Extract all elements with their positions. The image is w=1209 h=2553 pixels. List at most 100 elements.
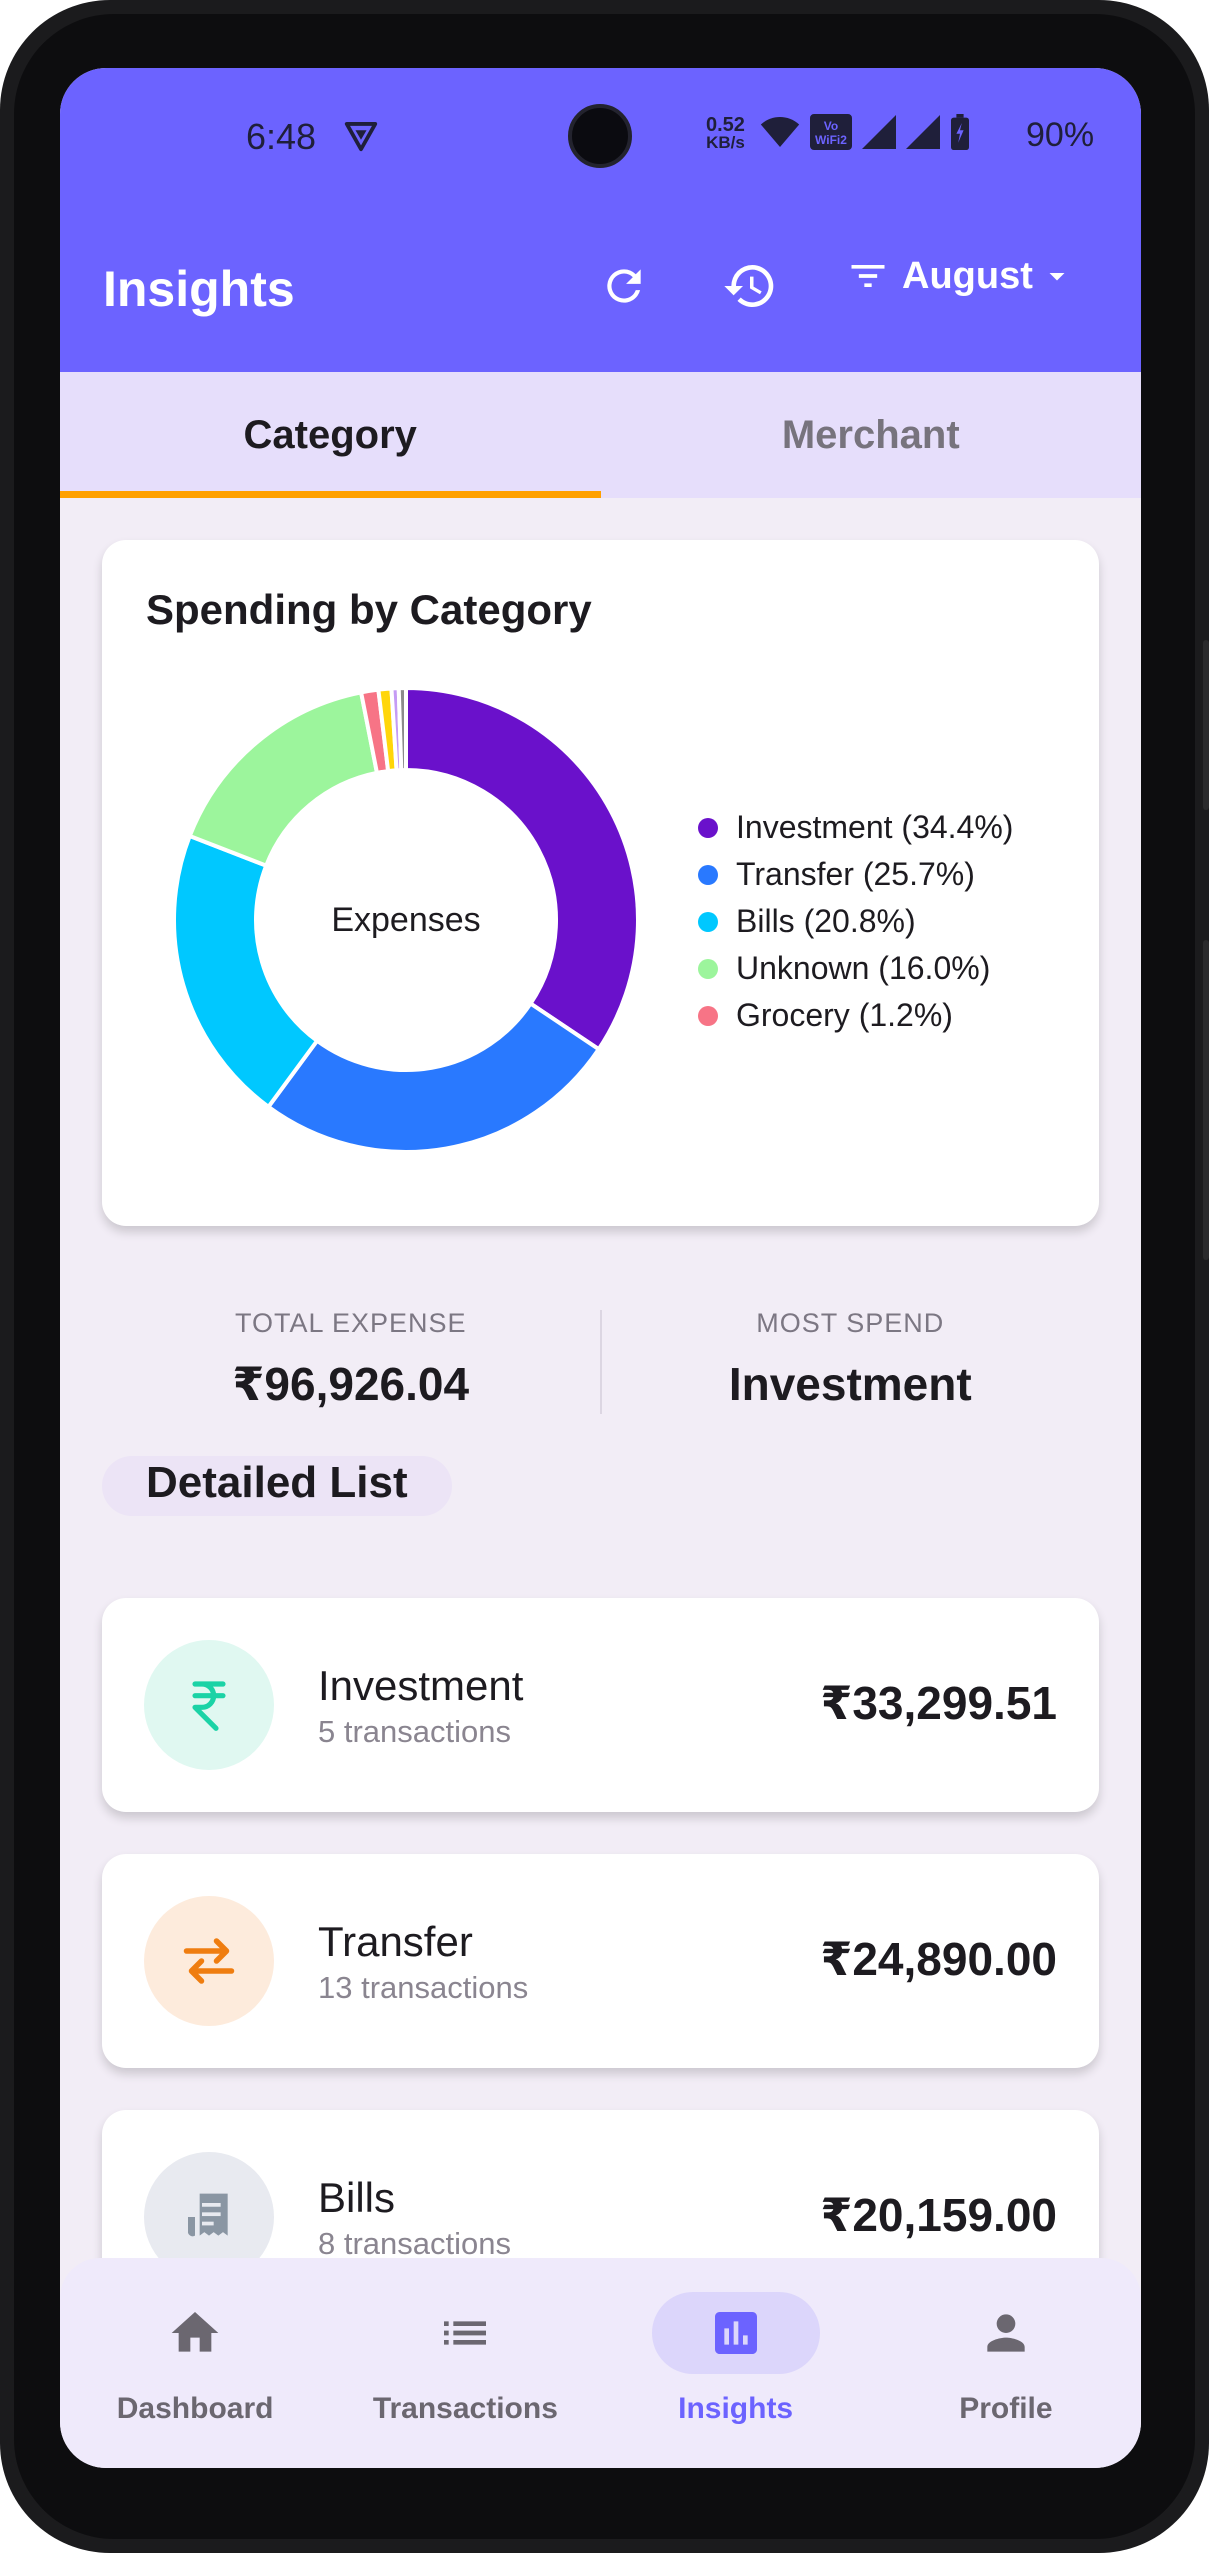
chart-legend: Investment (34.4%) Transfer (25.7%) Bills … [698, 804, 1013, 1039]
legend-label: Investment (34.4%) [736, 809, 1014, 845]
person-icon [987, 2314, 1025, 2352]
tab-category-label: Category [243, 412, 417, 457]
list-item-amount: ₹24,890.00 [820, 1933, 1057, 1985]
front-camera [568, 104, 632, 168]
app-bar: 6:48 0.52 KB/s Vo WiFi2 90% Insights Aug… [60, 68, 1141, 372]
nav-dashboard-label: Dashboard [116, 2392, 274, 2425]
most-spend-label: MOST SPEND [756, 1308, 945, 1338]
donut-slice-unknown [187, 690, 380, 869]
chart-title: Spending by Category [146, 586, 592, 633]
nav-profile[interactable]: Profile [871, 2258, 1141, 2468]
wifi-icon [760, 117, 800, 147]
signal-icon [862, 115, 896, 149]
network-speed: 0.52 KB/s [706, 114, 745, 152]
expense-summary: TOTAL EXPENSE ₹96,926.04 MOST SPEND Inve… [102, 1288, 1099, 1438]
most-spend-value: Investment [728, 1358, 972, 1410]
refresh-button[interactable] [586, 248, 662, 324]
legend-item-investment: Investment (34.4%) [698, 804, 1013, 851]
receipt-icon [187, 2193, 228, 2237]
bar-chart-icon [714, 2312, 757, 2354]
donut-slice-investment [404, 685, 640, 1052]
status-icons: Vo WiFi2 [760, 114, 970, 150]
wifi-calling-badge: Vo WiFi2 [810, 114, 852, 150]
legend-dot [698, 911, 718, 932]
volume-button [1203, 640, 1209, 810]
list-item-amount: ₹33,299.51 [820, 1677, 1057, 1729]
detailed-list-title: Detailed List [146, 1458, 408, 1507]
battery-icon [951, 114, 969, 150]
legend-dot [698, 958, 718, 979]
nav-transactions-pill [381, 2292, 549, 2374]
nav-profile-label: Profile [959, 2392, 1053, 2425]
list-item-count: 8 transactions [318, 2226, 511, 2261]
category-icon-wrap [144, 1896, 274, 2026]
nav-insights[interactable]: Insights [601, 2258, 871, 2468]
legend-item-grocery: Grocery (1.2%) [698, 992, 1013, 1039]
nav-profile-pill [922, 2292, 1090, 2374]
total-expense-label: TOTAL EXPENSE [234, 1308, 467, 1338]
donut-slice-other-7 [396, 685, 408, 773]
legend-item-unknown: Unknown (16.0%) [698, 945, 1013, 992]
battery-percent: 90% [1026, 116, 1095, 154]
legend-label: Grocery (1.2%) [736, 997, 953, 1033]
network-speed-value: 0.52 [706, 114, 745, 136]
legend-item-transfer: Transfer (25.7%) [698, 851, 1013, 898]
donut-chart: Expenses [172, 685, 640, 1154]
badge-top: Vo [823, 119, 839, 133]
bottom-navigation: Dashboard Transactions Insights Profile [60, 2258, 1141, 2468]
network-speed-unit: KB/s [706, 133, 745, 152]
tab-merchant-label: Merchant [781, 412, 960, 457]
legend-item-bills: Bills (20.8%) [698, 898, 1013, 945]
list-item-count: 5 transactions [318, 1714, 511, 1749]
legend-dot [698, 864, 718, 885]
legend-label: Transfer (25.7%) [736, 856, 975, 892]
history-icon [724, 265, 774, 307]
filter-icon [851, 265, 885, 287]
app-screen: 6:48 0.52 KB/s Vo WiFi2 90% Insights Aug… [60, 68, 1141, 2468]
signal-roaming-icon [906, 115, 940, 149]
donut-slice-transfer [265, 1000, 602, 1154]
legend-dot [698, 1005, 718, 1026]
total-expense-block: TOTAL EXPENSE ₹96,926.04 [102, 1288, 600, 1438]
nav-transactions[interactable]: Transactions [330, 2258, 600, 2468]
home-icon [171, 2312, 219, 2352]
power-button [1203, 940, 1209, 1260]
list-item-count: 13 transactions [318, 1970, 529, 2005]
badge-bottom: WiFi2 [815, 133, 847, 147]
donut-center-label: Expenses [331, 901, 480, 939]
donut-slice-bills [172, 833, 320, 1110]
page-title: Insights [103, 261, 295, 317]
insight-tabs: Category Merchant [60, 372, 1141, 498]
legend-label: Unknown (16.0%) [736, 950, 991, 986]
list-item-name: Investment [318, 1662, 524, 1709]
total-expense-value: ₹96,926.04 [232, 1358, 470, 1410]
nav-transactions-label: Transactions [372, 2392, 558, 2425]
list-icon [444, 2321, 487, 2345]
most-spend-block: MOST SPEND Investment [602, 1288, 1100, 1438]
nav-dashboard-pill [111, 2292, 279, 2374]
legend-label: Bills (20.8%) [736, 903, 916, 939]
spending-chart-card: Spending by Category Expenses Investment… [102, 540, 1099, 1226]
tab-category[interactable]: Category [60, 372, 601, 498]
list-item-name: Transfer [318, 1918, 473, 1965]
list-item[interactable]: Investment 5 transactions ₹33,299.51 [102, 1598, 1099, 1812]
swap-arrows-icon [183, 1938, 235, 1984]
tab-indicator [60, 491, 601, 498]
list-item-name: Bills [318, 2174, 396, 2221]
list-item-amount: ₹20,159.00 [820, 2189, 1057, 2241]
nav-insights-label: Insights [678, 2392, 794, 2425]
status-time: 6:48 [246, 116, 317, 157]
month-filter-label: August [902, 254, 1033, 297]
chevron-down-icon [1049, 273, 1065, 281]
legend-dot [698, 817, 718, 838]
nav-dashboard[interactable]: Dashboard [60, 2258, 330, 2468]
category-icon-wrap [144, 1640, 274, 1770]
list-item[interactable]: Transfer 13 transactions ₹24,890.00 [102, 1854, 1099, 2068]
refresh-icon [607, 269, 641, 303]
vpn-shield-icon [344, 122, 378, 152]
month-filter-dropdown[interactable]: August [846, 254, 1075, 298]
nav-insights-pill [651, 2292, 820, 2374]
history-button[interactable] [712, 248, 788, 324]
tab-merchant[interactable]: Merchant [601, 372, 1142, 498]
status-bar: 6:48 0.52 KB/s Vo WiFi2 90% [60, 68, 1141, 208]
